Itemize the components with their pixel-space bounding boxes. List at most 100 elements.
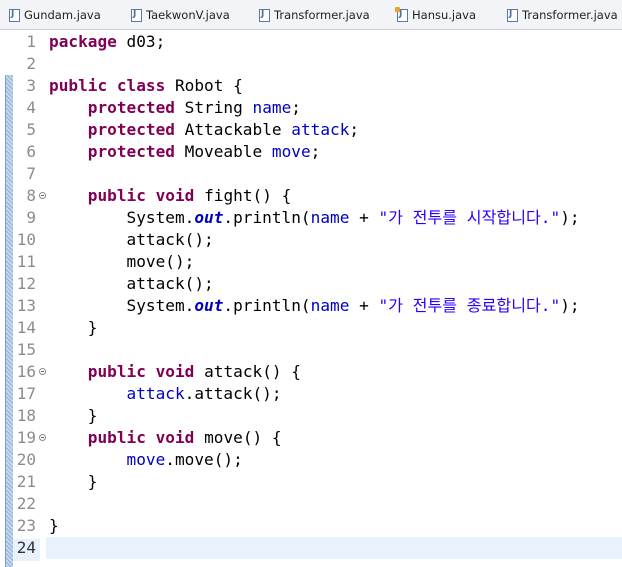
code-token: class: [116, 76, 166, 95]
code-token: Attackable: [174, 120, 292, 139]
line-number: 18: [16, 406, 36, 425]
code-line[interactable]: public void fight() {: [49, 185, 622, 207]
code-token: void: [155, 362, 195, 381]
line-number: 6: [26, 142, 36, 161]
code-token: attack() {: [194, 362, 301, 381]
code-line[interactable]: attack.attack();: [49, 383, 622, 405]
code-line[interactable]: protected Moveable move;: [49, 141, 622, 163]
code-line[interactable]: attack();: [49, 229, 622, 251]
java-file-icon: [131, 8, 142, 22]
code-line[interactable]: package d03;: [49, 31, 622, 53]
line-number-gutter: 1 2 3 4 5 6 7 8 9 10 11 12 13 14 15 16 17 18 19 20 21 22 23 24: [12, 31, 46, 561]
code-line[interactable]: public void move() {: [49, 427, 622, 449]
code-token: }: [49, 318, 98, 337]
code-token: attack: [291, 120, 350, 139]
code-token: .attack();: [184, 384, 282, 403]
code-token: name: [252, 98, 292, 117]
code-token: }: [49, 472, 98, 491]
fold-toggle-icon[interactable]: [39, 434, 46, 441]
code-token: attack();: [49, 230, 214, 249]
code-token: out: [194, 296, 224, 315]
code-editor[interactable]: 1 2 3 4 5 6 7 8 9 10 11 12 13 14 15 16 17 18 19 20 21 22 23 24 …: [0, 31, 622, 567]
code-token: );: [560, 208, 580, 227]
code-line[interactable]: move();: [49, 251, 622, 273]
line-number: 24: [16, 538, 36, 557]
code-area[interactable]: package d03; public class Robot { protect…: [46, 31, 622, 561]
tab-transformer-java[interactable]: Transformer.java: [259, 0, 370, 29]
code-line[interactable]: }: [49, 317, 622, 339]
code-token: Robot {: [165, 76, 243, 95]
line-number: 7: [26, 164, 36, 183]
code-token: protected: [87, 120, 175, 139]
tab-gundam-java[interactable]: Gundam.java: [9, 0, 101, 29]
code-token: move();: [49, 252, 195, 271]
line-number: 11: [16, 252, 36, 271]
fold-toggle-icon[interactable]: [39, 368, 46, 375]
line-number: 20: [16, 450, 36, 469]
code-token: System.: [49, 296, 195, 315]
java-file-icon: [9, 8, 20, 22]
code-token: fight() {: [194, 186, 292, 205]
code-token: name: [310, 208, 350, 227]
java-interface-file-icon: [395, 6, 408, 22]
code-token: public: [49, 76, 108, 95]
code-token: }: [49, 516, 59, 535]
line-number: 4: [26, 98, 36, 117]
line-number: 15: [16, 340, 36, 359]
line-number: 19: [16, 428, 36, 447]
code-line[interactable]: protected Attackable attack;: [49, 119, 622, 141]
java-file-icon: [507, 8, 518, 22]
code-line[interactable]: [49, 339, 622, 361]
line-number: 5: [26, 120, 36, 139]
code-token: +: [349, 208, 379, 227]
code-line[interactable]: }: [49, 471, 622, 493]
code-token: void: [155, 428, 195, 447]
tab-taekwonv-java[interactable]: TaekwonV.java: [131, 0, 230, 29]
code-line[interactable]: [49, 493, 622, 515]
code-line[interactable]: System.out.println(name + "가 전투를 종료합니다."…: [49, 295, 622, 317]
code-token: out: [194, 208, 224, 227]
code-token: ;: [310, 142, 321, 161]
line-number: 12: [16, 274, 36, 293]
code-line[interactable]: public class Robot {: [49, 75, 622, 97]
line-number: 14: [16, 318, 36, 337]
code-token: ;: [349, 120, 360, 139]
fold-toggle-icon[interactable]: [39, 192, 46, 199]
line-number: 3: [26, 76, 36, 95]
code-token: "가 전투를 종료합니다.": [378, 296, 561, 315]
code-line[interactable]: System.out.println(name + "가 전투를 시작합니다."…: [49, 207, 622, 229]
code-token: Moveable: [174, 142, 272, 161]
code-line[interactable]: attack();: [49, 273, 622, 295]
code-token: package: [49, 32, 117, 51]
line-number: 16: [16, 362, 36, 381]
line-number: 13: [16, 296, 36, 315]
tab-transformer-java[interactable]: Transformer.java: [507, 0, 618, 29]
code-line[interactable]: }: [49, 515, 622, 537]
code-line[interactable]: [49, 53, 622, 75]
code-token: move: [271, 142, 311, 161]
code-token: public: [87, 186, 146, 205]
code-token: move: [126, 450, 166, 469]
java-file-icon: [259, 8, 270, 22]
tab-label: Transformer.java: [522, 8, 618, 22]
code-line[interactable]: }: [49, 405, 622, 427]
tab-hansu-java[interactable]: Hansu.java: [395, 0, 476, 29]
code-token: ;: [291, 98, 301, 117]
code-line[interactable]: public void attack() {: [49, 361, 622, 383]
code-line[interactable]: [49, 163, 622, 185]
code-line[interactable]: protected String name;: [49, 97, 622, 119]
code-line[interactable]: move.move();: [49, 449, 622, 471]
code-line[interactable]: [46, 537, 622, 559]
code-token: System.: [49, 208, 195, 227]
tab-label: Transformer.java: [274, 8, 370, 22]
code-token: public: [87, 362, 146, 381]
